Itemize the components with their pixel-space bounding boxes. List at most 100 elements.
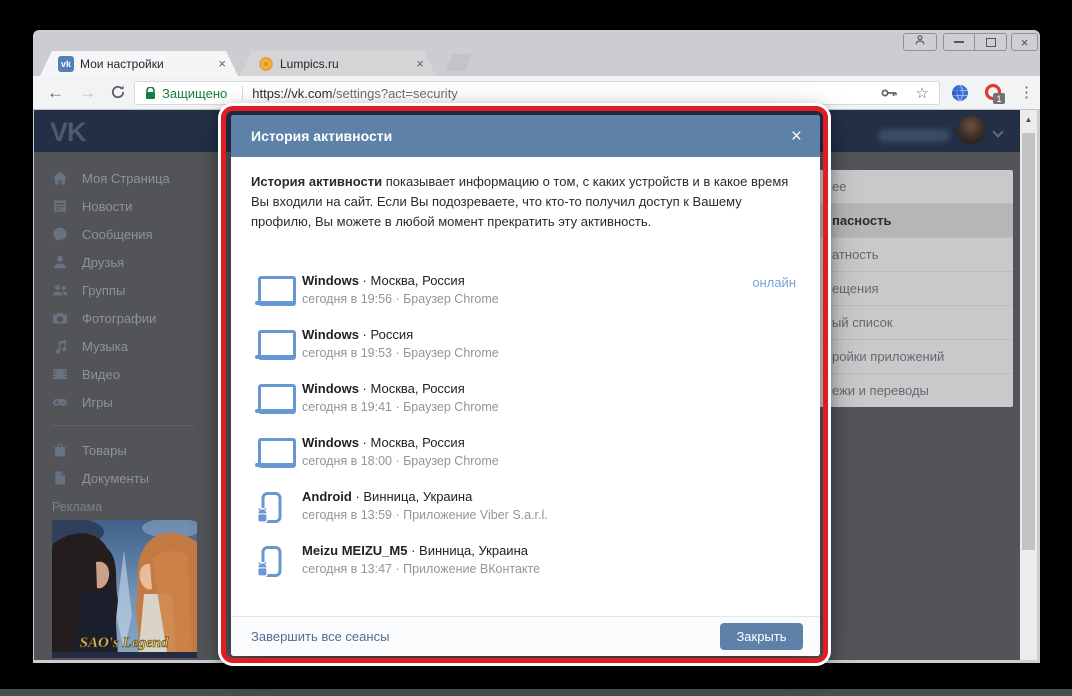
- session-location: Россия: [370, 327, 414, 342]
- home-icon: [52, 170, 68, 186]
- session-device: Android: [302, 489, 352, 504]
- ad-title: SAO's Legend: [80, 635, 169, 651]
- scroll-up-arrow-icon[interactable]: ▲: [1020, 111, 1037, 128]
- tab-title: Lumpics.ru: [280, 56, 339, 71]
- sidebar-label: Моя Страница: [82, 170, 170, 186]
- sidebar-item-my-page[interactable]: Моя Страница: [52, 166, 222, 190]
- shopping-bag-icon: [52, 442, 68, 458]
- sidebar-item-messages[interactable]: Сообщения: [52, 222, 222, 246]
- laptop-icon: [255, 275, 296, 309]
- sidebar-label: Документы: [82, 470, 150, 486]
- intro-bold: История активности: [251, 174, 383, 189]
- activity-history-modal: История активности × История активности …: [231, 115, 820, 656]
- forward-icon[interactable]: →: [79, 84, 96, 101]
- window-close-button[interactable]: ×: [1011, 33, 1038, 51]
- session-details: сегодня в 19:53 · Браузер Chrome: [302, 346, 499, 360]
- profile-button[interactable]: [903, 33, 937, 51]
- minimize-button[interactable]: [943, 33, 975, 51]
- extension-badge: 1: [993, 93, 1005, 104]
- taskbar-edge: [0, 689, 1072, 696]
- android-phone-icon: [255, 491, 295, 525]
- bookmark-star-icon[interactable]: ☆: [916, 86, 929, 101]
- music-note-icon: [52, 338, 68, 354]
- session-row: Windows · Москва, Россия сегодня в 19:41…: [231, 381, 820, 425]
- separator: ·: [358, 327, 371, 342]
- session-details: сегодня в 19:56 · Браузер Chrome: [302, 292, 499, 306]
- back-icon[interactable]: ←: [47, 84, 64, 101]
- lock-icon: [145, 86, 156, 100]
- sidebar-label: Сообщения: [82, 226, 153, 242]
- address-bar[interactable]: Защищено https://vk.com /settings?act=se…: [134, 81, 940, 105]
- session-row: Windows · Москва, Россия сегодня в 19:56…: [231, 273, 820, 317]
- session-details: сегодня в 13:59 · Приложение Viber S.a.r…: [302, 508, 548, 522]
- browser-menu-icon[interactable]: ⋮: [1019, 85, 1034, 100]
- person-icon: [914, 33, 926, 51]
- sidebar-item-documents[interactable]: Документы: [52, 466, 222, 490]
- sidebar-item-news[interactable]: Новости: [52, 194, 222, 218]
- android-phone-icon: [255, 545, 295, 579]
- session-row: Windows · Москва, Россия сегодня в 18:00…: [231, 435, 820, 479]
- sidebar-item-groups[interactable]: Группы: [52, 278, 222, 302]
- sidebar-item-video[interactable]: Видео: [52, 362, 222, 386]
- tab-close-icon[interactable]: ×: [218, 57, 226, 70]
- omnibox-divider: [242, 86, 244, 100]
- security-label: Защищено: [162, 85, 228, 101]
- url-host: https://vk.com: [252, 85, 333, 101]
- ad-banner[interactable]: SAO's Legend: [52, 520, 197, 658]
- sidebar-label: Игры: [82, 394, 113, 410]
- sidebar-item-photos[interactable]: Фотографии: [52, 306, 222, 330]
- url-path: /settings?act=security: [332, 85, 458, 101]
- screenshot-root: × vk Мои настройки × Lumpics.ru × ← → За…: [0, 0, 1072, 696]
- modal-close-icon[interactable]: ×: [791, 127, 802, 146]
- session-device: Windows: [302, 273, 359, 288]
- sidebar-item-music[interactable]: Музыка: [52, 334, 222, 358]
- modal-footer: Завершить все сеансы Закрыть: [231, 616, 820, 656]
- sidebar-item-friends[interactable]: Друзья: [52, 250, 222, 274]
- globe-extension-icon[interactable]: [951, 84, 969, 107]
- modal-header: История активности ×: [231, 115, 820, 157]
- close-icon: ×: [1020, 34, 1029, 50]
- session-location: Винница, Украина: [419, 543, 528, 558]
- modal-title: История активности: [251, 128, 393, 144]
- vk-logo[interactable]: VK: [50, 117, 87, 148]
- sidebar-item-goods[interactable]: Товары: [52, 438, 222, 462]
- laptop-icon: [255, 383, 296, 417]
- ads-label: Реклама: [52, 500, 103, 514]
- chat-bubble-icon: [52, 226, 68, 242]
- sidebar-item-games[interactable]: Игры: [52, 390, 222, 414]
- modal-intro: История активности показывает информацию…: [251, 172, 800, 232]
- maximize-icon: [985, 37, 996, 47]
- lumpics-favicon: [258, 56, 274, 72]
- session-location: Москва, Россия: [370, 381, 465, 396]
- username-blurred: [878, 129, 950, 142]
- tab-close-icon[interactable]: ×: [416, 57, 424, 70]
- sidebar-label: Музыка: [82, 338, 128, 354]
- sidebar-label: Фотографии: [82, 310, 157, 326]
- session-row: Android · Винница, Украина сегодня в 13:…: [231, 489, 820, 533]
- online-status: онлайн: [752, 275, 796, 290]
- tab-lumpics[interactable]: Lumpics.ru ×: [240, 51, 436, 76]
- sidebar-label: Видео: [82, 366, 120, 382]
- opera-extension-icon[interactable]: 1: [983, 83, 1005, 108]
- document-icon: [52, 470, 68, 486]
- tab-title: Мои настройки: [80, 56, 164, 71]
- session-location: Москва, Россия: [370, 273, 465, 288]
- session-device: Windows: [302, 381, 359, 396]
- laptop-icon: [255, 437, 296, 471]
- scrollbar-thumb[interactable]: [1022, 133, 1035, 550]
- close-button[interactable]: Закрыть: [720, 623, 803, 650]
- session-row: Meizu MEIZU_M5 · Винница, Украина сегодн…: [231, 543, 820, 587]
- session-device: Meizu MEIZU_M5: [302, 543, 408, 558]
- separator: ·: [358, 273, 371, 288]
- maximize-button[interactable]: [975, 33, 1007, 51]
- session-row: Windows · Россия сегодня в 19:53 · Брауз…: [231, 327, 820, 371]
- avatar[interactable]: [957, 116, 985, 144]
- session-device: Windows: [302, 327, 359, 342]
- sidebar-label: Группы: [82, 282, 126, 298]
- minimize-icon: [954, 41, 964, 43]
- separator: ·: [358, 435, 371, 450]
- key-icon[interactable]: [881, 87, 898, 99]
- tab-moi-nastroyki[interactable]: vk Мои настройки ×: [40, 51, 238, 76]
- reload-icon[interactable]: [110, 84, 126, 105]
- terminate-all-sessions-link[interactable]: Завершить все сеансы: [251, 629, 720, 644]
